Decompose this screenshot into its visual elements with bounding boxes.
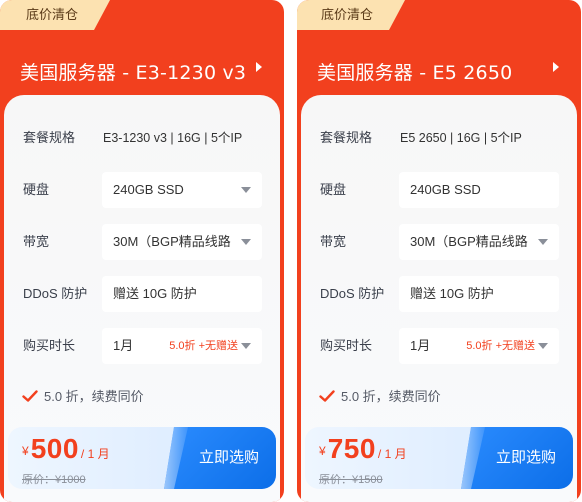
disk-value: 240GB SSD — [113, 182, 184, 197]
currency-symbol: ¥ — [319, 444, 326, 458]
bandwidth-row: 带宽 30M（BGP精品线路 — [4, 224, 280, 260]
discount-note-text: 5.0 折，续费同价 — [44, 389, 144, 404]
spec-value: E3-1230 v3 | 16G | 5个IP — [103, 131, 243, 145]
ddos-field: 赠送 10G 防护 — [102, 276, 262, 312]
term-label: 购买时长 — [320, 338, 373, 353]
term-select[interactable]: 1月 5.0折 +无赠送 — [399, 328, 559, 364]
chevron-right-icon[interactable] — [256, 62, 262, 72]
term-promo: 5.0折 +无赠送 — [169, 340, 238, 352]
buy-now-button[interactable]: 立即选购 — [164, 427, 276, 489]
check-icon — [319, 390, 335, 402]
term-label: 购买时长 — [23, 338, 76, 353]
original-price: 原价：¥1500 — [319, 474, 383, 486]
chevron-down-icon — [241, 343, 251, 349]
spec-row: 套餐规格 E3-1230 v3 | 16G | 5个IP — [4, 120, 280, 156]
currency-symbol: ¥ — [22, 444, 29, 458]
price-amount: 750 — [327, 433, 376, 464]
original-price: 原价：¥1000 — [22, 474, 86, 486]
buy-now-label: 立即选购 — [495, 449, 556, 466]
chevron-down-icon — [241, 239, 251, 245]
bandwidth-row: 带宽 30M（BGP精品线路 — [301, 224, 577, 260]
chevron-down-icon — [538, 343, 548, 349]
price-period: / 1 月 — [80, 447, 110, 461]
term-row: 购买时长 1月 5.0折 +无赠送 — [301, 328, 577, 364]
bandwidth-value: 30M（BGP精品线路 — [113, 234, 231, 249]
price: ¥500/ 1 月 — [22, 433, 110, 465]
chevron-down-icon — [241, 187, 251, 193]
disk-select[interactable]: 240GB SSD — [102, 172, 262, 208]
ddos-row: DDoS 防护 赠送 10G 防护 — [4, 276, 280, 312]
clearance-badge: 底价清仓 — [297, 0, 405, 30]
check-icon — [22, 390, 38, 402]
disk-row: 硬盘 240GB SSD — [4, 172, 280, 208]
button-shine — [461, 427, 485, 489]
bandwidth-select[interactable]: 30M（BGP精品线路 — [102, 224, 262, 260]
term-promo: 5.0折 +无赠送 — [466, 340, 535, 352]
spec-row: 套餐规格 E5 2650 | 16G | 5个IP — [301, 120, 577, 156]
server-card-e5-2650: 底价清仓 美国服务器 - E5 2650 套餐规格 E5 2650 | 16G … — [297, 0, 581, 502]
term-row: 购买时长 1月 5.0折 +无赠送 — [4, 328, 280, 364]
spec-value: E5 2650 | 16G | 5个IP — [400, 131, 522, 145]
price-bar: ¥750/ 1 月 原价：¥1500 立即选购 — [305, 427, 573, 489]
ddos-label: DDoS 防护 — [320, 286, 385, 301]
price-amount: 500 — [30, 433, 79, 464]
spec-label: 套餐规格 — [320, 130, 373, 145]
spec-label: 套餐规格 — [23, 130, 76, 145]
buy-now-button[interactable]: 立即选购 — [461, 427, 573, 489]
disk-field: 240GB SSD — [399, 172, 559, 208]
disk-label: 硬盘 — [23, 182, 50, 197]
ddos-label: DDoS 防护 — [23, 286, 88, 301]
term-select[interactable]: 1月 5.0折 +无赠送 — [102, 328, 262, 364]
buy-now-label: 立即选购 — [198, 449, 259, 466]
bandwidth-select[interactable]: 30M（BGP精品线路 — [399, 224, 559, 260]
disk-row: 硬盘 240GB SSD — [301, 172, 577, 208]
bandwidth-value: 30M（BGP精品线路 — [410, 234, 528, 249]
chevron-down-icon — [538, 239, 548, 245]
bandwidth-label: 带宽 — [320, 234, 347, 249]
chevron-right-icon[interactable] — [553, 62, 559, 72]
button-shine — [164, 427, 188, 489]
ddos-value: 赠送 10G 防护 — [113, 286, 197, 301]
price-bar: ¥500/ 1 月 原价：¥1000 立即选购 — [8, 427, 276, 489]
ddos-field: 赠送 10G 防护 — [399, 276, 559, 312]
discount-note-text: 5.0 折，续费同价 — [341, 389, 441, 404]
bandwidth-label: 带宽 — [23, 234, 50, 249]
price-period: / 1 月 — [377, 447, 407, 461]
card-title[interactable]: 美国服务器 - E5 2650 — [317, 58, 512, 85]
card-title[interactable]: 美国服务器 - E3-1230 v3 — [20, 58, 246, 85]
server-card-e3-1230: 底价清仓 美国服务器 - E3-1230 v3 套餐规格 E3-1230 v3 … — [0, 0, 284, 502]
ddos-row: DDoS 防护 赠送 10G 防护 — [301, 276, 577, 312]
ddos-value: 赠送 10G 防护 — [410, 286, 494, 301]
disk-value: 240GB SSD — [410, 182, 481, 197]
disk-label: 硬盘 — [320, 182, 347, 197]
clearance-badge: 底价清仓 — [0, 0, 110, 30]
price: ¥750/ 1 月 — [319, 433, 407, 465]
